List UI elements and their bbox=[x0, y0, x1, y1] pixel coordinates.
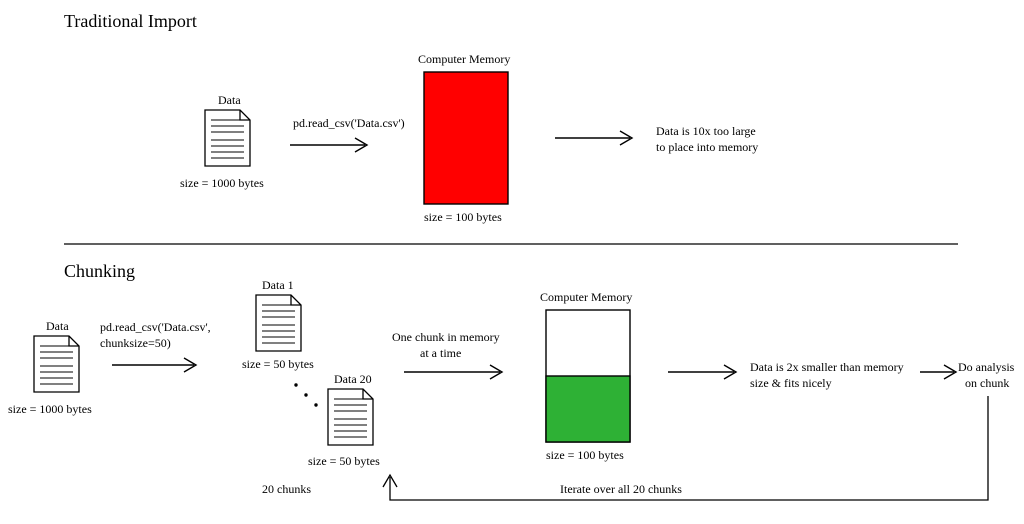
label-iterate: Iterate over all 20 chunks bbox=[560, 482, 682, 497]
diagram-canvas: Traditional Import Data size = 1000 byte… bbox=[0, 0, 1024, 524]
arrow-iterate bbox=[0, 0, 1024, 524]
